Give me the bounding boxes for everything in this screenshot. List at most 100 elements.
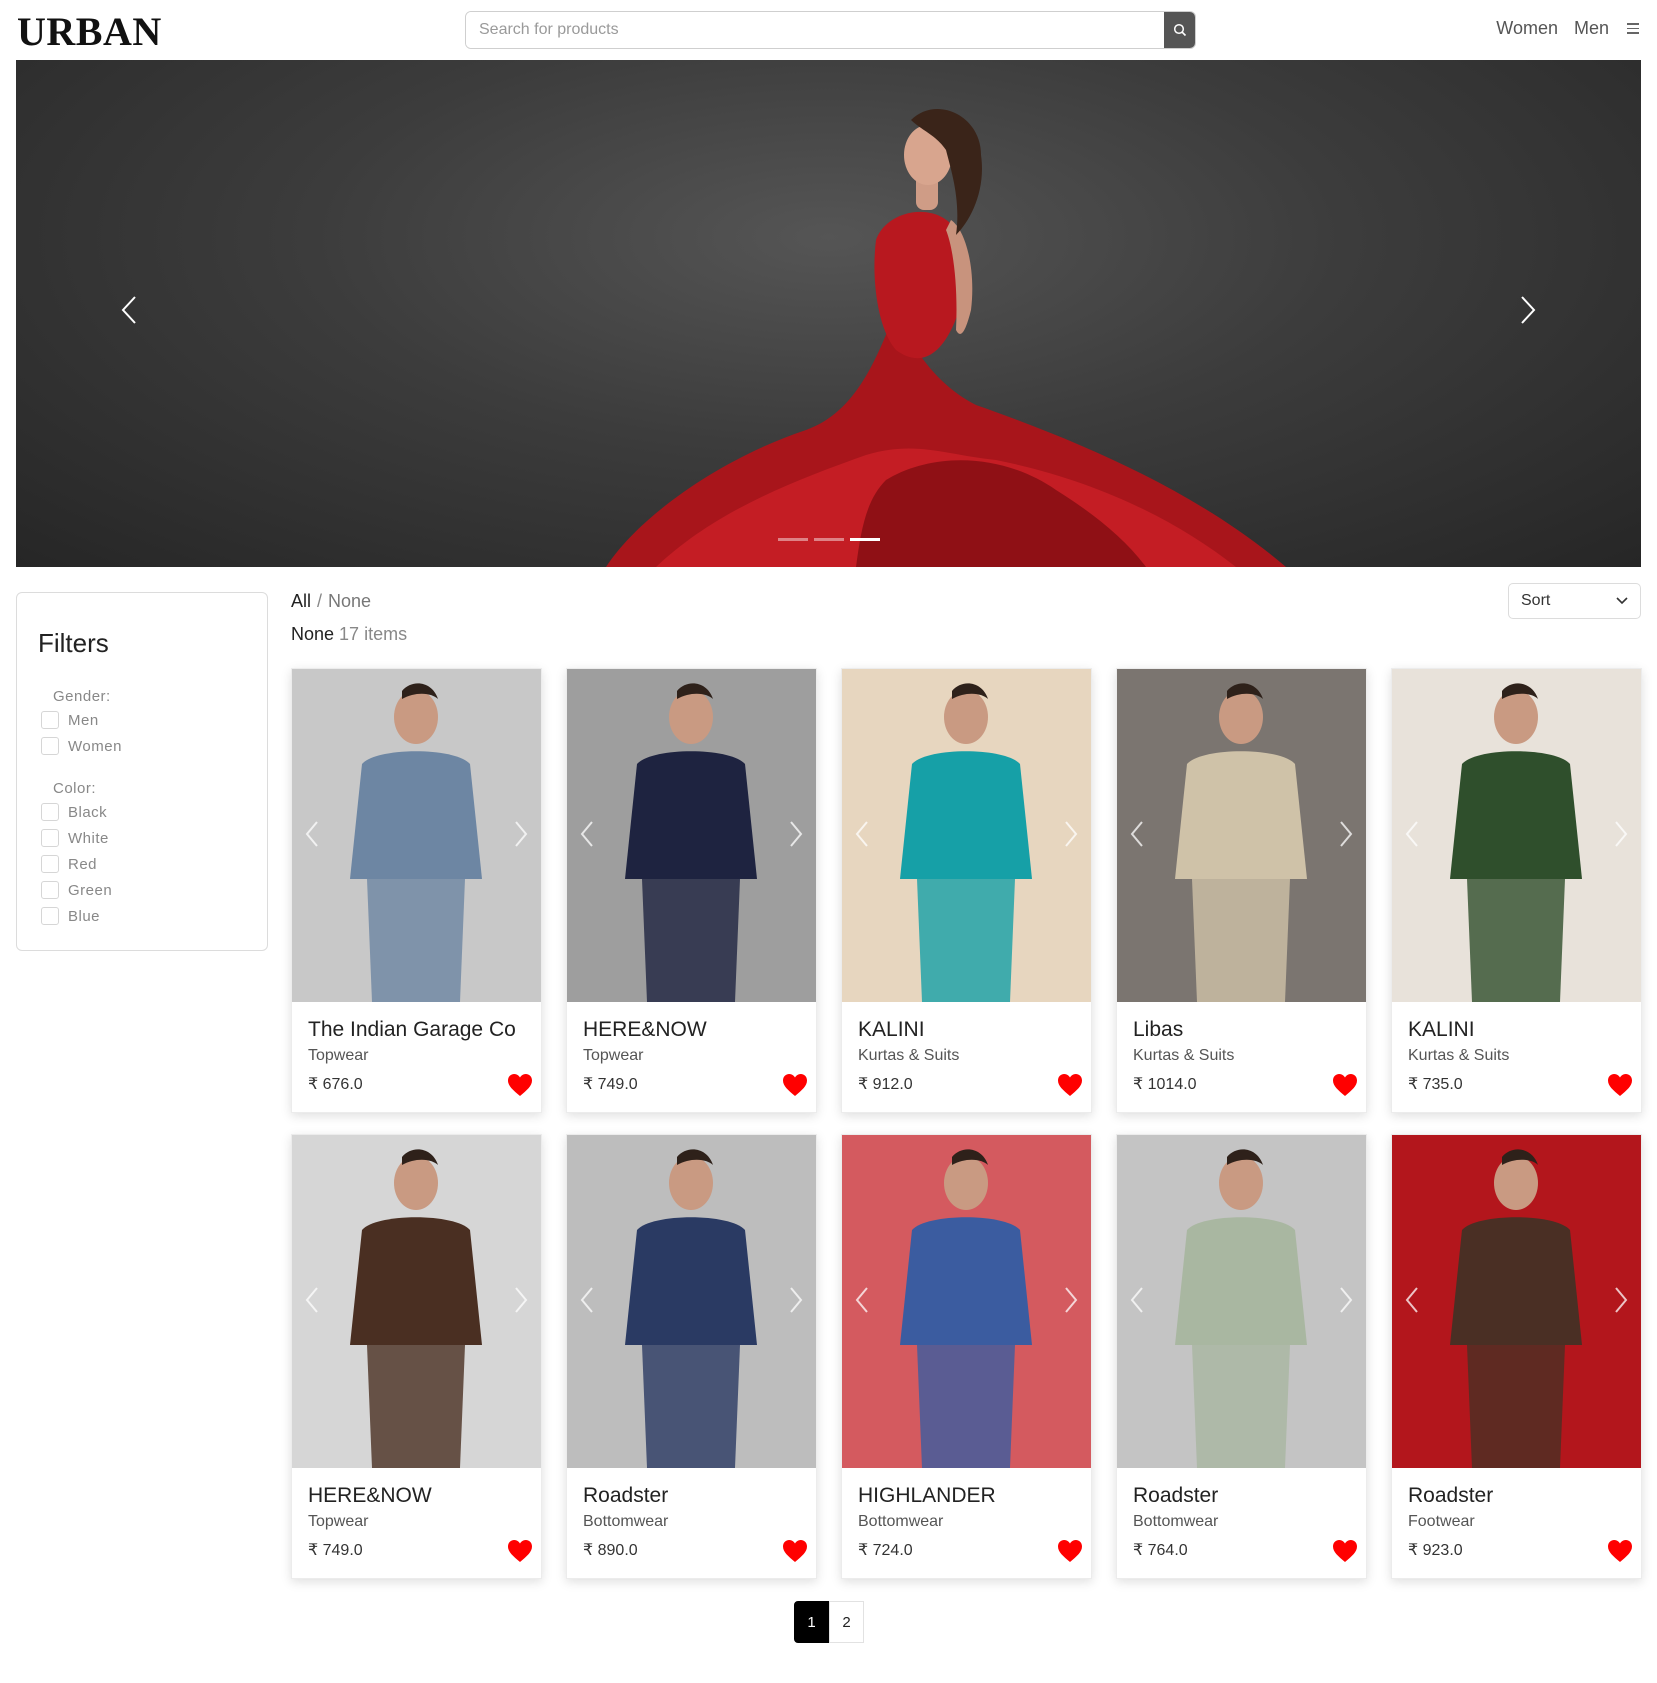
product-card[interactable]: Roadster Bottomwear ₹ 764.0 bbox=[1116, 1134, 1367, 1579]
image-prev-button[interactable] bbox=[1125, 819, 1149, 849]
wishlist-heart-icon[interactable] bbox=[1332, 1073, 1358, 1097]
product-card[interactable]: HERE&NOW Topwear ₹ 749.0 bbox=[566, 668, 817, 1113]
product-image[interactable] bbox=[1392, 1135, 1641, 1468]
wishlist-heart-icon[interactable] bbox=[1607, 1073, 1633, 1097]
checkbox[interactable] bbox=[41, 855, 59, 873]
wishlist-heart-icon[interactable] bbox=[1057, 1073, 1083, 1097]
image-next-button[interactable] bbox=[509, 819, 533, 849]
wishlist-heart-icon[interactable] bbox=[1057, 1539, 1083, 1563]
wishlist-heart-icon[interactable] bbox=[1607, 1539, 1633, 1563]
image-next-button[interactable] bbox=[784, 819, 808, 849]
image-next-button[interactable] bbox=[1334, 1285, 1358, 1315]
image-prev-button[interactable] bbox=[1125, 1285, 1149, 1315]
hero-prev-button[interactable] bbox=[109, 290, 149, 330]
image-next-button[interactable] bbox=[1059, 1285, 1083, 1315]
chevron-left-icon bbox=[305, 1287, 318, 1313]
checkbox[interactable] bbox=[41, 881, 59, 899]
image-next-button[interactable] bbox=[1334, 819, 1358, 849]
hamburger-menu-icon[interactable] bbox=[1627, 23, 1639, 34]
wishlist-heart-icon[interactable] bbox=[1332, 1539, 1358, 1563]
hero-next-button[interactable] bbox=[1508, 290, 1548, 330]
image-prev-button[interactable] bbox=[300, 819, 324, 849]
wishlist-heart-icon[interactable] bbox=[782, 1073, 808, 1097]
pagination: 1 2 bbox=[794, 1601, 864, 1643]
product-image[interactable] bbox=[842, 669, 1091, 1002]
listing-category: None bbox=[291, 624, 335, 644]
product-card[interactable]: Libas Kurtas & Suits ₹ 1014.0 bbox=[1116, 668, 1367, 1113]
product-card[interactable]: KALINI Kurtas & Suits ₹ 912.0 bbox=[841, 668, 1092, 1113]
product-category: Topwear bbox=[308, 1513, 369, 1530]
product-image[interactable] bbox=[842, 1135, 1091, 1468]
sort-dropdown[interactable]: Sort bbox=[1508, 583, 1641, 619]
product-image[interactable] bbox=[1117, 669, 1366, 1002]
chevron-left-icon bbox=[121, 296, 136, 324]
chevron-left-icon bbox=[855, 821, 868, 847]
product-card[interactable]: HIGHLANDER Bottomwear ₹ 724.0 bbox=[841, 1134, 1092, 1579]
sort-label: Sort bbox=[1521, 592, 1551, 609]
checkbox[interactable] bbox=[41, 711, 59, 729]
page-1-button[interactable]: 1 bbox=[794, 1601, 829, 1643]
product-card[interactable]: KALINI Kurtas & Suits ₹ 735.0 bbox=[1391, 668, 1642, 1113]
image-next-button[interactable] bbox=[1609, 1285, 1633, 1315]
breadcrumb-all-link[interactable]: All bbox=[291, 591, 311, 611]
product-card[interactable]: Roadster Bottomwear ₹ 890.0 bbox=[566, 1134, 817, 1579]
checkbox[interactable] bbox=[41, 737, 59, 755]
image-prev-button[interactable] bbox=[1400, 819, 1424, 849]
image-prev-button[interactable] bbox=[1400, 1285, 1424, 1315]
product-category: Bottomwear bbox=[858, 1513, 944, 1530]
search-button[interactable] bbox=[1164, 12, 1195, 48]
image-next-button[interactable] bbox=[784, 1285, 808, 1315]
checkbox[interactable] bbox=[41, 907, 59, 925]
product-image[interactable] bbox=[567, 669, 816, 1002]
product-card[interactable]: The Indian Garage Co Topwear ₹ 676.0 bbox=[291, 668, 542, 1113]
main-nav: Women Men bbox=[1496, 18, 1639, 39]
wishlist-heart-icon[interactable] bbox=[507, 1539, 533, 1563]
filter-gender-women[interactable]: Women bbox=[41, 737, 122, 755]
filter-color-red[interactable]: Red bbox=[41, 855, 97, 873]
site-logo[interactable]: URBAN bbox=[17, 8, 162, 55]
breadcrumb: All / None bbox=[291, 591, 371, 612]
chevron-left-icon bbox=[580, 1287, 593, 1313]
image-prev-button[interactable] bbox=[850, 819, 874, 849]
hero-indicator-2[interactable] bbox=[814, 538, 844, 541]
page-2-button[interactable]: 2 bbox=[829, 1601, 864, 1643]
chevron-right-icon bbox=[790, 1287, 803, 1313]
hero-indicators bbox=[778, 538, 880, 541]
product-category: Bottomwear bbox=[1133, 1513, 1219, 1530]
wishlist-heart-icon[interactable] bbox=[507, 1073, 533, 1097]
search-input[interactable] bbox=[466, 12, 1162, 48]
hero-indicator-1[interactable] bbox=[778, 538, 808, 541]
product-image[interactable] bbox=[1392, 669, 1641, 1002]
image-prev-button[interactable] bbox=[575, 1285, 599, 1315]
filter-color-green[interactable]: Green bbox=[41, 881, 112, 899]
filter-gender-men[interactable]: Men bbox=[41, 711, 99, 729]
image-prev-button[interactable] bbox=[575, 819, 599, 849]
breadcrumb-current: None bbox=[328, 591, 372, 611]
product-card[interactable]: Roadster Footwear ₹ 923.0 bbox=[1391, 1134, 1642, 1579]
product-image[interactable] bbox=[292, 669, 541, 1002]
product-image[interactable] bbox=[567, 1135, 816, 1468]
image-prev-button[interactable] bbox=[850, 1285, 874, 1315]
hero-indicator-3[interactable] bbox=[850, 538, 880, 541]
image-next-button[interactable] bbox=[1059, 819, 1083, 849]
image-next-button[interactable] bbox=[1609, 819, 1633, 849]
product-category: Bottomwear bbox=[583, 1513, 669, 1530]
product-price: ₹ 749.0 bbox=[308, 1542, 363, 1559]
product-card[interactable]: HERE&NOW Topwear ₹ 749.0 bbox=[291, 1134, 542, 1579]
product-image[interactable] bbox=[292, 1135, 541, 1468]
nav-women-link[interactable]: Women bbox=[1496, 18, 1558, 39]
image-next-button[interactable] bbox=[509, 1285, 533, 1315]
checkbox[interactable] bbox=[41, 803, 59, 821]
product-image[interactable] bbox=[1117, 1135, 1366, 1468]
product-category: Footwear bbox=[1408, 1513, 1475, 1530]
filter-color-white[interactable]: White bbox=[41, 829, 109, 847]
image-prev-button[interactable] bbox=[300, 1285, 324, 1315]
filter-option-label: Men bbox=[68, 711, 99, 729]
hero-carousel bbox=[16, 60, 1641, 567]
filter-color-black[interactable]: Black bbox=[41, 803, 107, 821]
chevron-right-icon bbox=[515, 821, 528, 847]
checkbox[interactable] bbox=[41, 829, 59, 847]
filter-color-blue[interactable]: Blue bbox=[41, 907, 100, 925]
nav-men-link[interactable]: Men bbox=[1574, 18, 1609, 39]
wishlist-heart-icon[interactable] bbox=[782, 1539, 808, 1563]
